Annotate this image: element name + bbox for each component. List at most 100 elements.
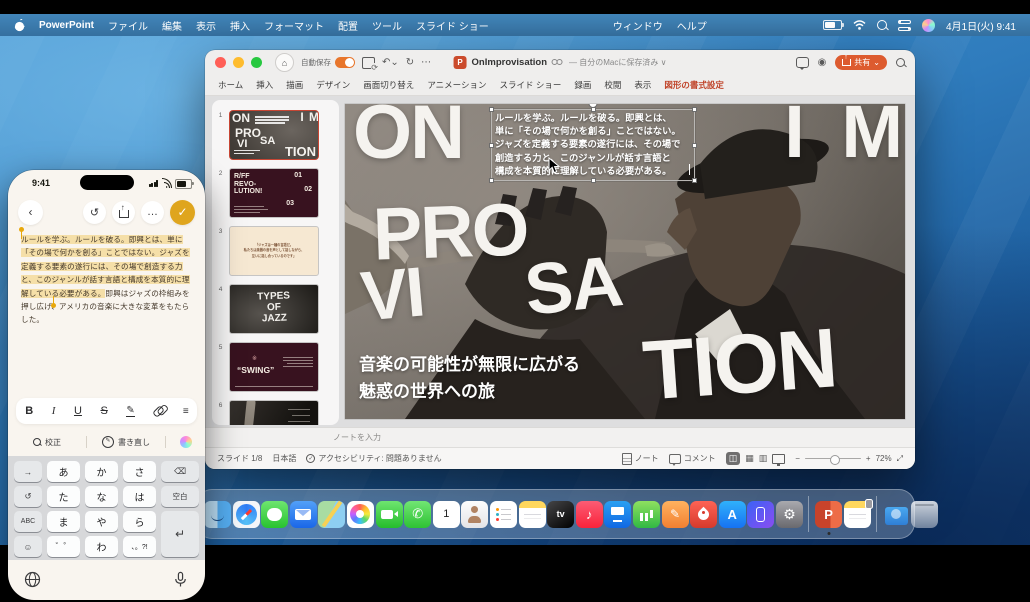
key-ma[interactable]: ま	[47, 511, 80, 532]
mail-icon[interactable]	[290, 501, 317, 528]
undo-button[interactable]: ↺	[83, 201, 106, 224]
slide-subtitle[interactable]: 音楽の可能性が無限に広がる 魅惑の世界への旅	[359, 352, 580, 405]
key-punctuation[interactable]: 、。?!	[123, 536, 156, 557]
more-toolbar-icon[interactable]: ⋯	[421, 58, 431, 68]
menu-arrange[interactable]: 配置	[338, 18, 358, 33]
list-icon[interactable]: ≡	[183, 406, 188, 417]
menu-file[interactable]: ファイル	[108, 18, 148, 33]
resize-handle[interactable]	[591, 178, 596, 183]
language-indicator[interactable]: 日本語	[272, 453, 296, 464]
italic-button[interactable]: I	[52, 405, 56, 417]
messages-icon[interactable]	[261, 501, 288, 528]
key-ta[interactable]: た	[47, 486, 80, 507]
menubar-clock[interactable]: 4月1日(火) 9:41	[946, 18, 1016, 33]
finder-icon[interactable]	[204, 501, 231, 528]
proofread-button[interactable]: 校正	[8, 437, 86, 448]
fit-slide-icon[interactable]: ⤢	[897, 454, 903, 464]
slide-sorter-view-button[interactable]: ▦	[745, 453, 754, 464]
contacts-icon[interactable]	[461, 501, 488, 528]
dictation-mic-key[interactable]	[172, 571, 189, 588]
slide-thumbnail-4[interactable]: TYPES OF JAZZ	[229, 284, 319, 334]
key-return[interactable]: ↵	[161, 511, 199, 557]
done-check-button[interactable]: ✓	[170, 200, 195, 225]
tab-draw[interactable]: 描画	[286, 79, 303, 91]
menu-slideshow[interactable]: スライド ショー	[416, 18, 489, 33]
zoom-level[interactable]: 72%	[876, 454, 892, 463]
saved-status[interactable]: — 自分のMacに保存済み ∨	[569, 57, 666, 68]
search-icon[interactable]	[896, 58, 905, 67]
tab-animations[interactable]: アニメーション	[427, 79, 486, 91]
key-ka[interactable]: か	[85, 461, 118, 482]
apple-intelligence-button[interactable]	[166, 436, 205, 448]
resize-handle[interactable]	[692, 178, 697, 183]
wifi-icon[interactable]	[853, 20, 866, 30]
tab-view[interactable]: 表示	[634, 79, 651, 91]
globe-key[interactable]	[24, 571, 41, 588]
comments-icon[interactable]	[796, 57, 809, 68]
apple-tv-icon[interactable]: tv	[547, 501, 574, 528]
key-ra[interactable]: ら	[123, 511, 156, 532]
slide-thumbnail-2[interactable]: R/FF REVO- LUTION! 01 02 03	[229, 168, 319, 218]
key-a[interactable]: あ	[47, 461, 80, 482]
slide-thumbnail-1[interactable]: ON I M PRO VI SA TION	[229, 110, 319, 160]
downloads-folder-icon[interactable]	[883, 501, 910, 528]
menu-tools[interactable]: ツール	[372, 18, 402, 33]
pages-icon[interactable]: ✎	[662, 501, 689, 528]
zoom-slider[interactable]	[805, 458, 861, 460]
slide-textbox-selected[interactable]: ルールを学ぶ。ルールを破る。即興とは、 単に「その場で何かを創る」ことではない。…	[491, 109, 695, 181]
autosave-toggle[interactable]	[335, 57, 355, 68]
phone-icon[interactable]: ✆	[404, 501, 431, 528]
powerpoint-dock-icon[interactable]: P	[815, 501, 842, 528]
selection-handle-end[interactable]	[51, 303, 56, 308]
key-ha[interactable]: は	[123, 486, 156, 507]
key-sa[interactable]: さ	[123, 461, 156, 482]
tab-record[interactable]: 録画	[574, 79, 591, 91]
reminders-icon[interactable]	[490, 501, 517, 528]
slide-canvas[interactable]: ON I M PRO VI SA TION ルールを学ぶ。ルールを破る。即興とは…	[345, 104, 905, 419]
slide-word-sa[interactable]: SA	[522, 251, 624, 323]
key-emoji[interactable]: ☺	[14, 536, 42, 557]
spotlight-search-icon[interactable]	[877, 20, 887, 30]
key-dakuten[interactable]: ゛゜	[47, 536, 80, 557]
slide-thumbnail-6[interactable]	[229, 400, 319, 425]
share-button-iphone[interactable]	[112, 201, 135, 224]
zoom-out-button[interactable]: −	[795, 454, 800, 463]
slide-word-im[interactable]: I M	[784, 104, 905, 164]
slide-word-on[interactable]: ON	[353, 104, 463, 165]
iphone-mirroring-icon[interactable]	[747, 501, 774, 528]
notes-placeholder[interactable]: ノートを入力	[333, 433, 381, 442]
zoom-in-button[interactable]: +	[866, 454, 871, 463]
bold-button[interactable]: B	[25, 405, 33, 417]
resize-handle[interactable]	[489, 143, 494, 148]
app-store-icon[interactable]: A	[719, 501, 746, 528]
key-undo[interactable]: ↺	[14, 486, 42, 507]
zoom-window-button[interactable]	[251, 57, 262, 68]
menu-insert[interactable]: 挿入	[230, 18, 250, 33]
photos-icon[interactable]	[347, 501, 374, 528]
resize-handle[interactable]	[489, 107, 494, 112]
battery-icon[interactable]	[823, 20, 842, 30]
calendar-icon[interactable]: 1	[433, 501, 460, 528]
slide-thumbnail-5[interactable]: ※ “SWING”	[229, 342, 319, 392]
share-button[interactable]: 共有 ⌄	[835, 55, 887, 70]
normal-view-button[interactable]: ◫	[726, 452, 741, 465]
slide-textbox-text[interactable]: ルールを学ぶ。ルールを破る。即興とは、 単に「その場で何かを創る」ことではない。…	[495, 112, 692, 178]
tab-review[interactable]: 校閲	[604, 79, 621, 91]
back-button[interactable]: ‹	[18, 200, 43, 225]
key-space[interactable]: 空白	[161, 486, 199, 507]
menu-edit[interactable]: 編集	[162, 18, 182, 33]
safari-icon[interactable]	[233, 501, 260, 528]
resize-handle[interactable]	[692, 107, 697, 112]
redo-icon[interactable]: ↻	[406, 58, 414, 68]
accessibility-status[interactable]: ✓ アクセシビリティ: 問題ありません	[306, 453, 441, 464]
underline-button[interactable]: U	[74, 405, 82, 417]
iphone-notes-app-icon[interactable]	[844, 501, 871, 528]
trash-icon[interactable]	[911, 501, 938, 528]
link-icon[interactable]	[152, 405, 165, 418]
selection-handle-start[interactable]	[19, 227, 24, 232]
menu-view[interactable]: 表示	[196, 18, 216, 33]
slide-word-vi[interactable]: VI	[358, 261, 425, 326]
tab-insert[interactable]: 挿入	[256, 79, 273, 91]
reading-view-button[interactable]: ▥	[759, 453, 768, 464]
keynote-icon[interactable]	[604, 501, 631, 528]
